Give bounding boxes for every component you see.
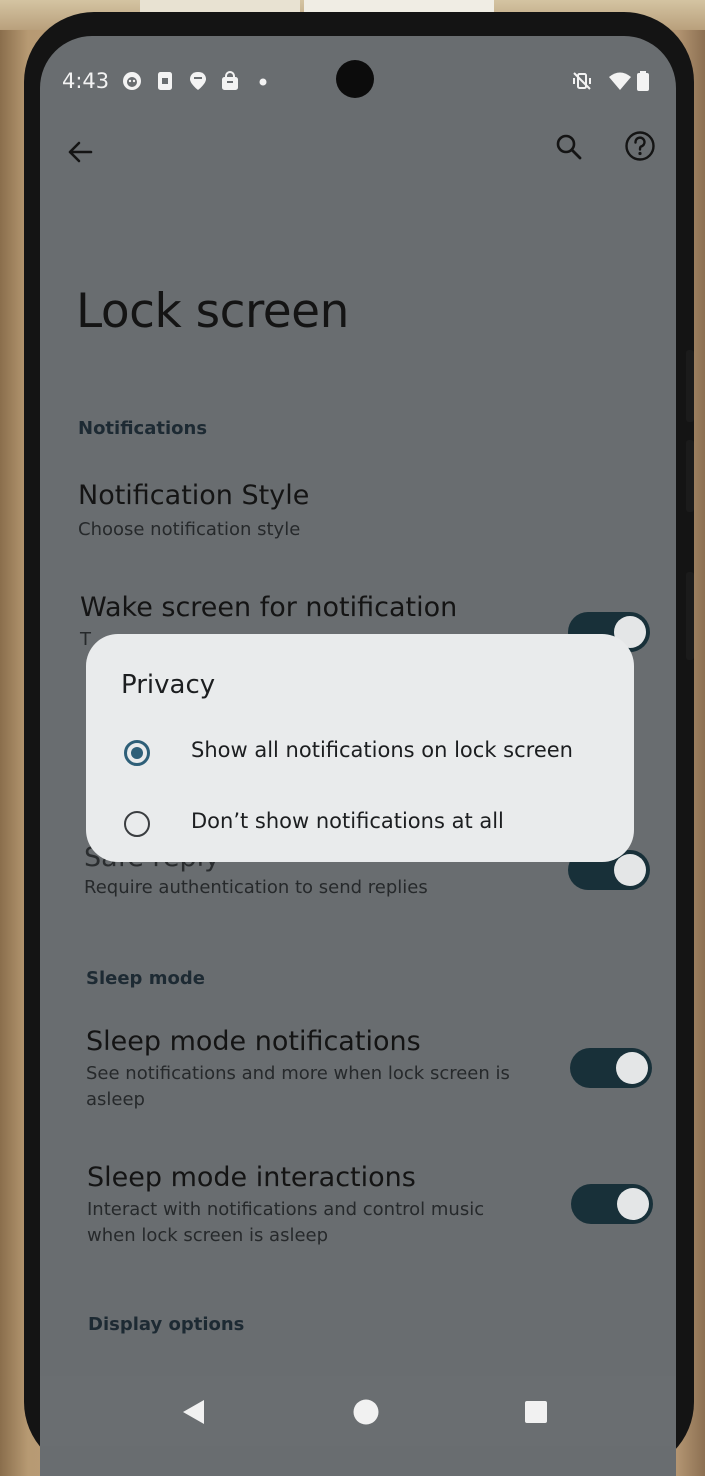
- sleep-mode-interactions-toggle[interactable]: [571, 1184, 653, 1224]
- setting-subtitle: Require authentication to send replies: [84, 877, 428, 898]
- section-header-display-options: Display options: [88, 1314, 245, 1335]
- option-show-all-notifications[interactable]: Show all notifications on lock screen: [86, 732, 634, 788]
- nav-back-icon[interactable]: [180, 1398, 206, 1426]
- power-button: [686, 572, 694, 660]
- battery-icon: [637, 71, 649, 91]
- setting-title: Notification Style: [78, 480, 310, 511]
- sim-card-icon: [158, 72, 172, 90]
- setting-subtitle: Choose notification style: [78, 519, 301, 540]
- privacy-dialog: Privacy Show all notifications on lock s…: [86, 634, 634, 862]
- arrow-left-icon[interactable]: [66, 138, 94, 166]
- toggle-knob: [616, 1052, 648, 1084]
- setting-subtitle: See notifications and more when lock scr…: [86, 1063, 510, 1110]
- search-icon[interactable]: [554, 132, 584, 162]
- radio-button-unselected[interactable]: [124, 811, 150, 837]
- section-header-sleep-mode: Sleep mode: [86, 968, 205, 989]
- setting-title: Sleep mode notifications: [86, 1026, 421, 1057]
- sleep-mode-notifications-toggle[interactable]: [570, 1048, 652, 1088]
- phone-screen: 4:43 Lock screen Notifications Notificat…: [40, 36, 676, 1476]
- volume-button: [686, 350, 694, 422]
- option-label: Show all notifications on lock screen: [191, 738, 573, 762]
- wifi-icon: [609, 72, 631, 90]
- shopping-bag-icon: [222, 71, 238, 90]
- dot-icon: [259, 78, 267, 86]
- toggle-knob: [617, 1188, 649, 1220]
- setting-subtitle: Interact with notifications and control …: [87, 1199, 485, 1246]
- location-pin-icon: [190, 72, 206, 90]
- status-time: 4:43: [62, 69, 110, 93]
- front-camera: [336, 60, 374, 98]
- nav-recents-icon[interactable]: [524, 1400, 548, 1424]
- section-header-notifications: Notifications: [78, 418, 208, 439]
- face-notification-icon: [123, 72, 141, 90]
- navigation-bar: [40, 1376, 676, 1446]
- setting-sleep-mode-interactions[interactable]: Sleep mode interactions Interact with no…: [87, 1162, 507, 1249]
- setting-notification-style[interactable]: Notification Style Choose notification s…: [78, 480, 638, 543]
- dialog-title: Privacy: [121, 670, 216, 700]
- option-label: Don’t show notifications at all: [191, 809, 504, 833]
- volume-button: [686, 440, 694, 512]
- setting-title: Sleep mode interactions: [87, 1162, 416, 1193]
- radio-button-selected[interactable]: [124, 740, 150, 766]
- help-circle-icon[interactable]: [624, 130, 656, 162]
- nav-home-icon[interactable]: [352, 1398, 380, 1426]
- option-dont-show-notifications[interactable]: Don’t show notifications at all: [86, 803, 634, 859]
- vibrate-off-icon: [573, 72, 591, 90]
- setting-sleep-mode-notifications[interactable]: Sleep mode notifications See notificatio…: [86, 1026, 526, 1113]
- setting-title: Wake screen for notification: [80, 592, 458, 623]
- page-title: Lock screen: [76, 284, 349, 339]
